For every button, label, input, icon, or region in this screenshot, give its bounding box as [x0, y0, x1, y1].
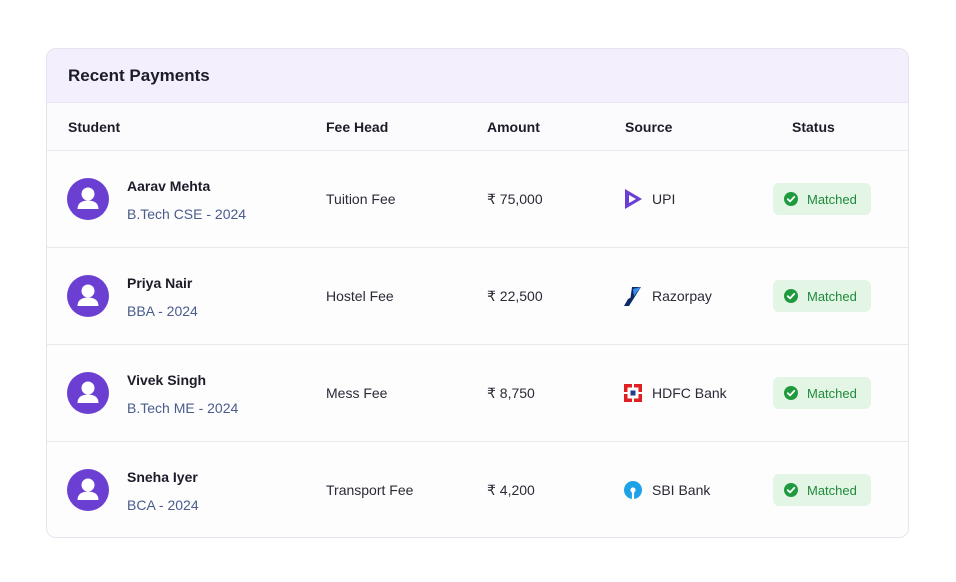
student-name: Vivek Singh	[127, 372, 207, 388]
student-name: Priya Nair	[127, 275, 193, 291]
status-badge: Matched	[773, 183, 871, 215]
amount: ₹ 75,000	[487, 191, 543, 207]
source-label: Razorpay	[652, 288, 712, 304]
payment-source: HDFC Bank	[623, 345, 727, 441]
status-badge: Matched	[773, 377, 871, 409]
status-badge: Matched	[773, 280, 871, 312]
payment-source: UPI	[623, 151, 675, 247]
source-label: SBI Bank	[652, 482, 711, 498]
student-name: Aarav Mehta	[127, 178, 211, 194]
avatar-icon	[67, 372, 109, 414]
card-title: Recent Payments	[68, 65, 210, 85]
column-header-fee-head[interactable]: Fee Head	[326, 103, 388, 151]
column-header-source[interactable]: Source	[625, 103, 672, 151]
fee-head: Transport Fee	[326, 482, 414, 498]
table-row[interactable]: Vivek Singh B.Tech ME - 2024 Mess Fee ₹ …	[47, 345, 908, 442]
card-header: Recent Payments	[47, 49, 908, 103]
student-program: BBA - 2024	[127, 303, 198, 319]
status-label: Matched	[807, 191, 857, 207]
check-icon	[784, 289, 798, 303]
amount: ₹ 22,500	[487, 288, 543, 304]
amount: ₹ 8,750	[487, 385, 535, 401]
table-row[interactable]: Priya Nair BBA - 2024 Hostel Fee ₹ 22,50…	[47, 248, 908, 345]
status-badge: Matched	[773, 474, 871, 506]
table-row[interactable]: Sneha Iyer BCA - 2024 Transport Fee ₹ 4,…	[47, 442, 908, 537]
table-header: Student Fee Head Amount Source Status	[47, 103, 908, 151]
recent-payments-card: Recent Payments Student Fee Head Amount …	[46, 48, 909, 538]
status-label: Matched	[807, 385, 857, 401]
fee-head: Tuition Fee	[326, 191, 396, 207]
amount: ₹ 4,200	[487, 482, 535, 498]
hdfc-bank-icon	[623, 382, 643, 404]
check-icon	[784, 192, 798, 206]
sbi-bank-icon	[623, 479, 643, 501]
upi-icon	[623, 188, 643, 210]
column-header-amount[interactable]: Amount	[487, 103, 540, 151]
column-header-status[interactable]: Status	[792, 103, 835, 151]
payment-source: SBI Bank	[623, 442, 711, 537]
fee-head: Hostel Fee	[326, 288, 394, 304]
student-program: B.Tech CSE - 2024	[127, 206, 247, 222]
check-icon	[784, 483, 798, 497]
avatar-icon	[67, 275, 109, 317]
column-header-student[interactable]: Student	[68, 103, 120, 151]
student-program: BCA - 2024	[127, 497, 199, 513]
payment-source: Razorpay	[623, 248, 712, 344]
source-label: UPI	[652, 191, 676, 207]
student-program: B.Tech ME - 2024	[127, 400, 239, 416]
table-row[interactable]: Aarav Mehta B.Tech CSE - 2024 Tuition Fe…	[47, 151, 908, 248]
source-label: HDFC Bank	[652, 385, 727, 401]
check-icon	[784, 386, 798, 400]
fee-head: Mess Fee	[326, 385, 388, 401]
status-label: Matched	[807, 288, 857, 304]
avatar-icon	[67, 469, 109, 511]
student-name: Sneha Iyer	[127, 469, 198, 485]
razorpay-icon	[623, 285, 643, 307]
status-label: Matched	[807, 482, 857, 498]
avatar-icon	[67, 178, 109, 220]
